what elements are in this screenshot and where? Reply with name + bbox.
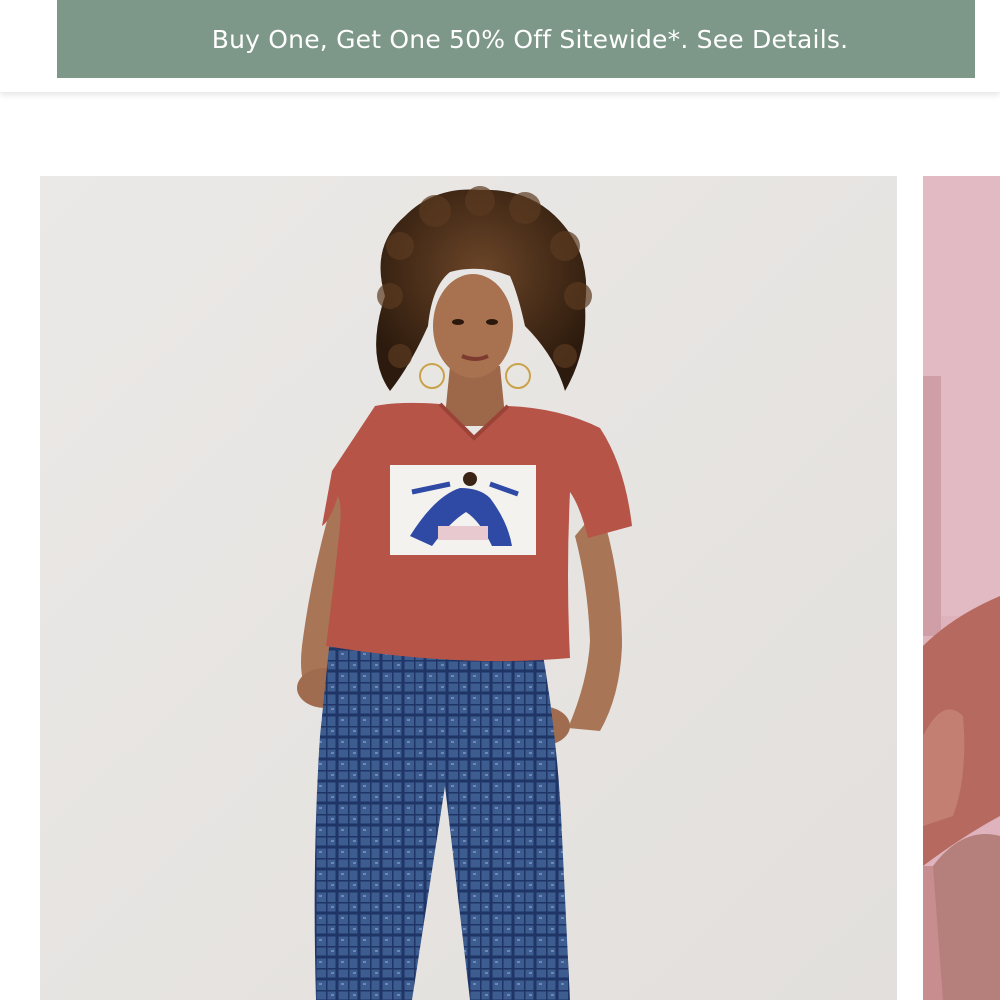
promo-banner[interactable]: Buy One, Get One 50% Off Sitewide*. See …	[57, 0, 975, 78]
next-product-image-card[interactable]	[923, 176, 1000, 1000]
left-eye	[452, 319, 464, 325]
tee-graphic-head	[463, 472, 477, 486]
header: Buy One, Get One 50% Off Sitewide*. See …	[0, 0, 1000, 92]
page: Buy One, Get One 50% Off Sitewide*. See …	[0, 0, 1000, 1000]
promo-text[interactable]: Buy One, Get One 50% Off Sitewide*. See …	[184, 25, 848, 54]
product-image-card[interactable]	[40, 176, 897, 1000]
next-product-photo	[923, 176, 1000, 1000]
right-eye	[486, 319, 498, 325]
tee-graphic-sign	[438, 526, 488, 540]
face	[433, 274, 513, 378]
product-photo	[40, 176, 897, 1000]
